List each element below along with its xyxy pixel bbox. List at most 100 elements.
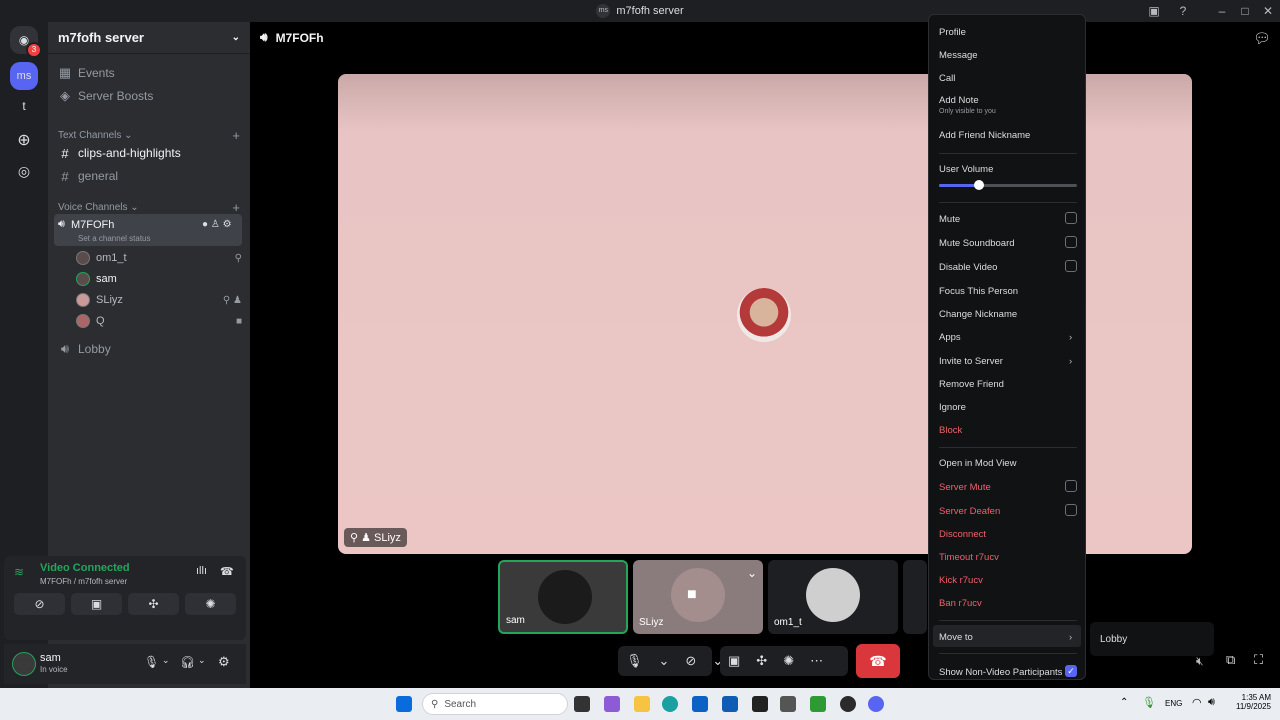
submenu-lobby[interactable]: Lobby [1100,634,1127,645]
collapse-icon[interactable]: ⌄ [747,566,757,580]
copilot-icon[interactable] [604,696,620,712]
volume-slider[interactable] [939,180,1077,190]
screen-share-button[interactable]: ▣ [71,593,122,615]
menu-add-friend-nickname[interactable]: Add Friend Nickname [939,130,1079,141]
tray-chevron-icon[interactable]: ⌃ [1120,697,1128,708]
menu-focus-person[interactable]: Focus This Person [939,286,1079,297]
noise-suppression-icon[interactable]: ıllı [196,565,207,577]
headphones-icon[interactable]: 🎧︎ [180,655,195,669]
language-indicator[interactable]: ENG [1165,699,1182,708]
wifi-icon[interactable]: ◠ [1192,696,1202,709]
chrome-icon[interactable] [840,696,856,712]
voice-channel-lobby[interactable]: 🔊︎ Lobby [56,338,242,360]
menu-open-mod-view[interactable]: Open in Mod View [939,458,1079,469]
chevron-down-icon[interactable]: ⌄ [162,655,170,666]
thumb-more[interactable] [903,560,927,634]
user-name[interactable]: sam [40,652,61,664]
channel-status[interactable]: Set a channel status [78,234,151,243]
add-server-icon[interactable]: ⊕ [10,126,38,154]
thumb-sliyz[interactable]: ■ ⌄ SLiyz [633,560,763,634]
menu-call[interactable]: Call [939,73,1079,84]
discord-home-icon[interactable]: ◉ 3 [10,26,42,58]
app-icon[interactable] [780,696,796,712]
gear-icon[interactable]: ⚙ [223,219,232,230]
voice-user-om1_t[interactable]: om1_t ⚲ [76,248,242,268]
volume-muted-icon[interactable]: 🔇︎ [1196,654,1204,669]
menu-move-to[interactable]: Move to › [939,632,1079,643]
microphone-icon[interactable]: 🎙︎ [618,653,651,669]
menu-ban[interactable]: Ban r7ucv [939,598,1079,609]
checkbox[interactable] [1065,236,1077,248]
help-icon[interactable]: ? [1171,0,1195,22]
chevron-down-icon[interactable]: ⌄ [198,655,206,666]
text-channels-category[interactable]: Text Channels ⌄ + [58,128,240,143]
close-button[interactable]: ✕ [1256,0,1280,22]
store-icon[interactable] [692,696,708,712]
start-icon[interactable] [396,696,412,712]
menu-add-note[interactable]: Add Note [939,95,1079,106]
menu-remove-friend[interactable]: Remove Friend [939,379,1079,390]
discord-icon[interactable] [868,696,884,712]
checkbox[interactable] [1065,260,1077,272]
invite-icon[interactable]: ♙ [211,219,220,230]
signal-icon[interactable]: ≋ [14,565,24,579]
voice-user-sliyz[interactable]: SLiyz ⚲ ♟ [76,290,242,310]
more-icon[interactable]: ⋯ [802,653,831,669]
microphone-icon[interactable]: 🎙︎ [144,655,159,669]
checkbox[interactable] [1065,480,1077,492]
checkbox-checked[interactable]: ✓ [1065,665,1077,677]
disconnect-button[interactable]: ☎ [856,644,900,678]
menu-block[interactable]: Block [939,425,1079,436]
edge-icon[interactable] [662,696,678,712]
connection-status[interactable]: Video Connected [40,562,130,574]
task-view-icon[interactable] [574,696,590,712]
menu-show-non-video[interactable]: Show Non-Video Participants ✓ [939,665,1079,678]
thumb-sam[interactable]: sam [498,560,628,634]
add-channel-icon[interactable]: + [232,128,240,143]
checkbox[interactable] [1065,504,1077,516]
menu-server-deafen[interactable]: Server Deafen [939,504,1079,517]
discover-icon[interactable]: ◎ [10,157,38,185]
camera-off-icon[interactable]: ⊘ [677,653,704,669]
connection-channel[interactable]: M7FOFh / m7fofh server [40,577,127,586]
gear-icon[interactable]: ⚙ [218,654,230,670]
server-boosts-item[interactable]: ◈ Server Boosts [56,85,242,107]
chat-icon[interactable]: 💬︎ [1253,30,1271,47]
screen-share-icon[interactable]: ▣ [720,653,748,669]
soundboard-button[interactable]: ✺ [185,593,236,615]
menu-apps[interactable]: Apps › [939,332,1079,343]
menu-profile[interactable]: Profile [939,27,1079,38]
menu-invite-to-server[interactable]: Invite to Server › [939,356,1079,367]
checkbox[interactable] [1065,212,1077,224]
soundboard-icon[interactable]: ✺ [775,653,802,669]
events-item[interactable]: ▦ Events [56,62,242,84]
inbox-icon[interactable]: ▣ [1142,0,1166,22]
camera-off-button[interactable]: ⊘ [14,593,65,615]
avatar[interactable] [12,652,36,676]
maximize-button[interactable]: □ [1233,0,1257,22]
guild-t[interactable]: t [10,92,38,120]
menu-mute[interactable]: Mute [939,212,1079,225]
activities-icon[interactable]: ✣ [748,653,775,669]
chat-icon[interactable]: ● [202,219,208,230]
activities-button[interactable]: ✣ [128,593,179,615]
guild-ms[interactable]: ms [10,62,38,90]
menu-disconnect[interactable]: Disconnect [939,529,1079,540]
disconnect-icon[interactable]: ☎ [220,565,234,578]
terminal-icon[interactable] [752,696,768,712]
channel-general[interactable]: # general [56,165,242,187]
menu-server-mute[interactable]: Server Mute [939,480,1079,493]
clock[interactable]: 1:35 AM 11/9/2025 [1229,693,1271,711]
thumb-om1_t[interactable]: om1_t [768,560,898,634]
voice-user-q[interactable]: Q ■ [76,311,242,331]
voice-channel-m7fofh[interactable]: 🔊︎ M7FOFh Set a channel status ● ♙ ⚙ [54,214,242,246]
volume-icon[interactable]: 🔊︎ [1208,696,1215,709]
menu-kick[interactable]: Kick r7ucv [939,575,1079,586]
add-channel-icon[interactable]: + [232,200,240,215]
file-explorer-icon[interactable] [634,696,650,712]
menu-message[interactable]: Message [939,50,1079,61]
microphone-icon[interactable]: 🎙︎ [1142,696,1156,709]
voice-channels-category[interactable]: Voice Channels ⌄ + [58,200,240,215]
outlook-icon[interactable] [722,696,738,712]
xbox-icon[interactable] [810,696,826,712]
